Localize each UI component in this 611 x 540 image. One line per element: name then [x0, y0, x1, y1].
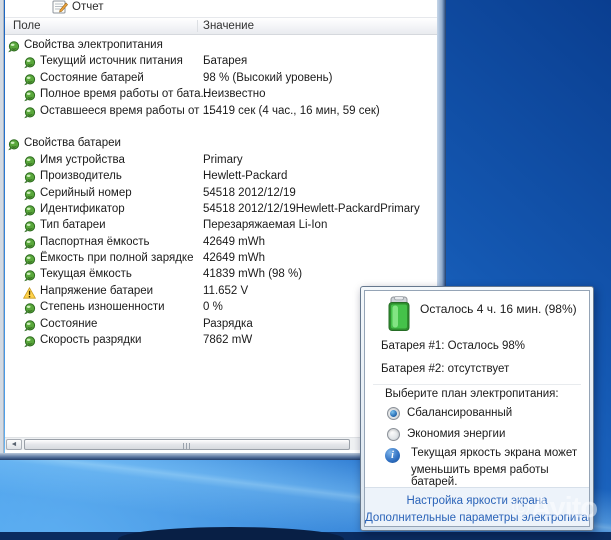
table-row[interactable]: Тип батареи Перезаряжаемая Li-Ion: [5, 218, 437, 234]
power-item-icon: [23, 56, 36, 69]
report-title: Отчет: [72, 1, 104, 13]
power-item-icon: [23, 188, 36, 200]
value-cell: 11.652 V: [203, 284, 249, 297]
value-cell: 98 % (Высокий уровень): [203, 71, 333, 84]
power-item-icon: [23, 335, 36, 348]
warning-icon: [22, 286, 37, 299]
table-row[interactable]: Состояние батарей 98 % (Высокий уровень): [5, 71, 437, 87]
power-plan-option[interactable]: Экономия энергии: [387, 426, 505, 442]
power-item-icon: [23, 171, 36, 184]
battery2-status: Батарея #2: отсутствует: [381, 363, 510, 375]
value-cell: 54518 2012/12/19Hewlett-PackardPrimary: [203, 202, 420, 215]
field-cell: Паспортная ёмкость: [40, 235, 150, 248]
scrollbar-thumb[interactable]: [24, 439, 350, 450]
column-header-value[interactable]: Значение: [203, 20, 254, 32]
field-cell: Свойства электропитания: [24, 39, 163, 51]
column-header-field[interactable]: Поле: [13, 20, 41, 32]
table-row[interactable]: Текущая ёмкость 41839 mWh (98 %): [5, 267, 437, 283]
listview-header: Поле Значение: [5, 17, 437, 35]
field-cell: Степень изношенности: [40, 301, 165, 314]
battery-icon: [386, 296, 412, 332]
value-cell: 15419 сек (4 час., 16 мин, 59 сек): [203, 104, 380, 117]
power-item-icon: [23, 269, 36, 282]
power-plan-option[interactable]: Сбалансированный: [387, 405, 512, 421]
more-power-options-link[interactable]: Дополнительные параметры электропитания: [365, 512, 589, 524]
field-cell: Ёмкость при полной зарядке: [40, 252, 194, 265]
radio-unselected[interactable]: [387, 427, 400, 441]
report-icon: [52, 0, 69, 14]
report-group-header: Отчет: [5, 0, 437, 16]
brightness-settings-link[interactable]: Настройка яркости экрана: [365, 495, 589, 507]
value-cell: Hewlett-Packard: [203, 170, 288, 183]
table-row[interactable]: Идентификатор 54518 2012/12/19Hewlett-Pac…: [5, 202, 437, 218]
value-cell: 54518 2012/12/19: [203, 186, 296, 199]
field-cell: Состояние батарей: [40, 71, 144, 84]
field-cell: Тип батареи: [40, 219, 106, 232]
field-cell: Имя устройства: [40, 153, 125, 166]
screenshot-root: Отчет Поле Значение Свойства электропита…: [0, 0, 611, 540]
power-item-icon: [23, 253, 36, 266]
radio-selected[interactable]: [387, 406, 400, 420]
window-left-border[interactable]: [0, 0, 4, 460]
value-cell: 0 %: [203, 301, 223, 314]
battery-remaining-text: Осталось 4 ч. 16 мин. (98%): [420, 302, 577, 316]
power-item-icon: [7, 138, 20, 151]
table-row[interactable]: Текущий источник питания Батарея: [5, 54, 437, 70]
power-item-icon: [23, 237, 36, 249]
value-cell: Неизвестно: [203, 88, 266, 101]
power-item-icon: [23, 220, 36, 233]
value-cell: Батарея: [203, 55, 248, 68]
scrollbar-grip: [183, 442, 191, 449]
table-row[interactable]: Ёмкость при полной зарядке 42649 mWh: [5, 251, 437, 267]
power-item-icon: [23, 155, 36, 167]
table-row[interactable]: Оставшееся время работы от ... 15419 сек …: [5, 104, 437, 120]
brightness-info-line1: Текущая яркость экрана может: [411, 447, 578, 459]
table-row[interactable]: Свойства электропитания: [5, 38, 437, 54]
power-plan-option-label: Сбалансированный: [407, 407, 513, 419]
field-cell: Полное время работы от бата...: [40, 88, 211, 101]
field-cell: Напряжение батареи: [40, 284, 154, 297]
value-cell: 41839 mWh (98 %): [203, 268, 303, 281]
power-plan-label: Выберите план электропитания:: [385, 388, 559, 400]
power-item-icon: [7, 40, 20, 53]
column-divider[interactable]: [197, 20, 198, 32]
power-plan-option-label: Экономия энергии: [407, 428, 506, 440]
power-item-icon: [23, 319, 36, 331]
scroll-left-button[interactable]: ◄: [6, 439, 22, 450]
field-cell: Состояние: [40, 317, 98, 330]
battery1-status: Батарея #1: Осталось 98%: [381, 340, 526, 352]
popup-divider: [373, 384, 581, 385]
field-cell: Оставшееся время работы от ...: [40, 104, 213, 117]
battery-flyout-body: Осталось 4 ч. 16 мин. (98%) Батарея #1: …: [364, 290, 590, 527]
value-cell: 7862 mW: [203, 334, 253, 347]
battery-flyout: Осталось 4 ч. 16 мин. (98%) Батарея #1: …: [360, 286, 594, 531]
field-cell: Производитель: [40, 170, 122, 183]
table-row[interactable]: Свойства батареи: [5, 136, 437, 152]
table-row[interactable]: Полное время работы от бата... Неизвестно: [5, 87, 437, 103]
field-cell: Скорость разрядки: [40, 334, 142, 347]
field-cell: Свойства батареи: [24, 137, 121, 150]
brightness-info-line2: уменьшить время работы батарей.: [411, 464, 549, 488]
value-cell: 42649 mWh: [203, 235, 266, 248]
power-item-icon: [23, 89, 36, 102]
power-item-icon: [23, 204, 36, 217]
power-item-icon: [23, 106, 36, 118]
field-cell: Идентификатор: [40, 202, 125, 215]
power-item-icon: [23, 302, 36, 315]
table-row[interactable]: Серийный номер 54518 2012/12/19: [5, 186, 437, 202]
table-row[interactable]: Имя устройства Primary: [5, 153, 437, 169]
flyout-footer: Настройка яркости экрана Дополнительные п…: [365, 487, 589, 526]
table-row[interactable]: Паспортная ёмкость 42649 mWh: [5, 235, 437, 251]
field-cell: Текущий источник питания: [40, 55, 183, 68]
value-cell: Перезаряжаемая Li-Ion: [203, 219, 328, 232]
table-row[interactable]: Производитель Hewlett-Packard: [5, 169, 437, 185]
table-spacer-row: [5, 120, 437, 136]
info-icon: i: [385, 448, 400, 463]
field-cell: Серийный номер: [40, 186, 132, 199]
value-cell: 42649 mWh: [203, 252, 266, 265]
value-cell: Разрядка: [203, 317, 253, 330]
value-cell: Primary: [203, 153, 243, 166]
field-cell: Текущая ёмкость: [40, 268, 132, 281]
power-item-icon: [23, 73, 36, 85]
